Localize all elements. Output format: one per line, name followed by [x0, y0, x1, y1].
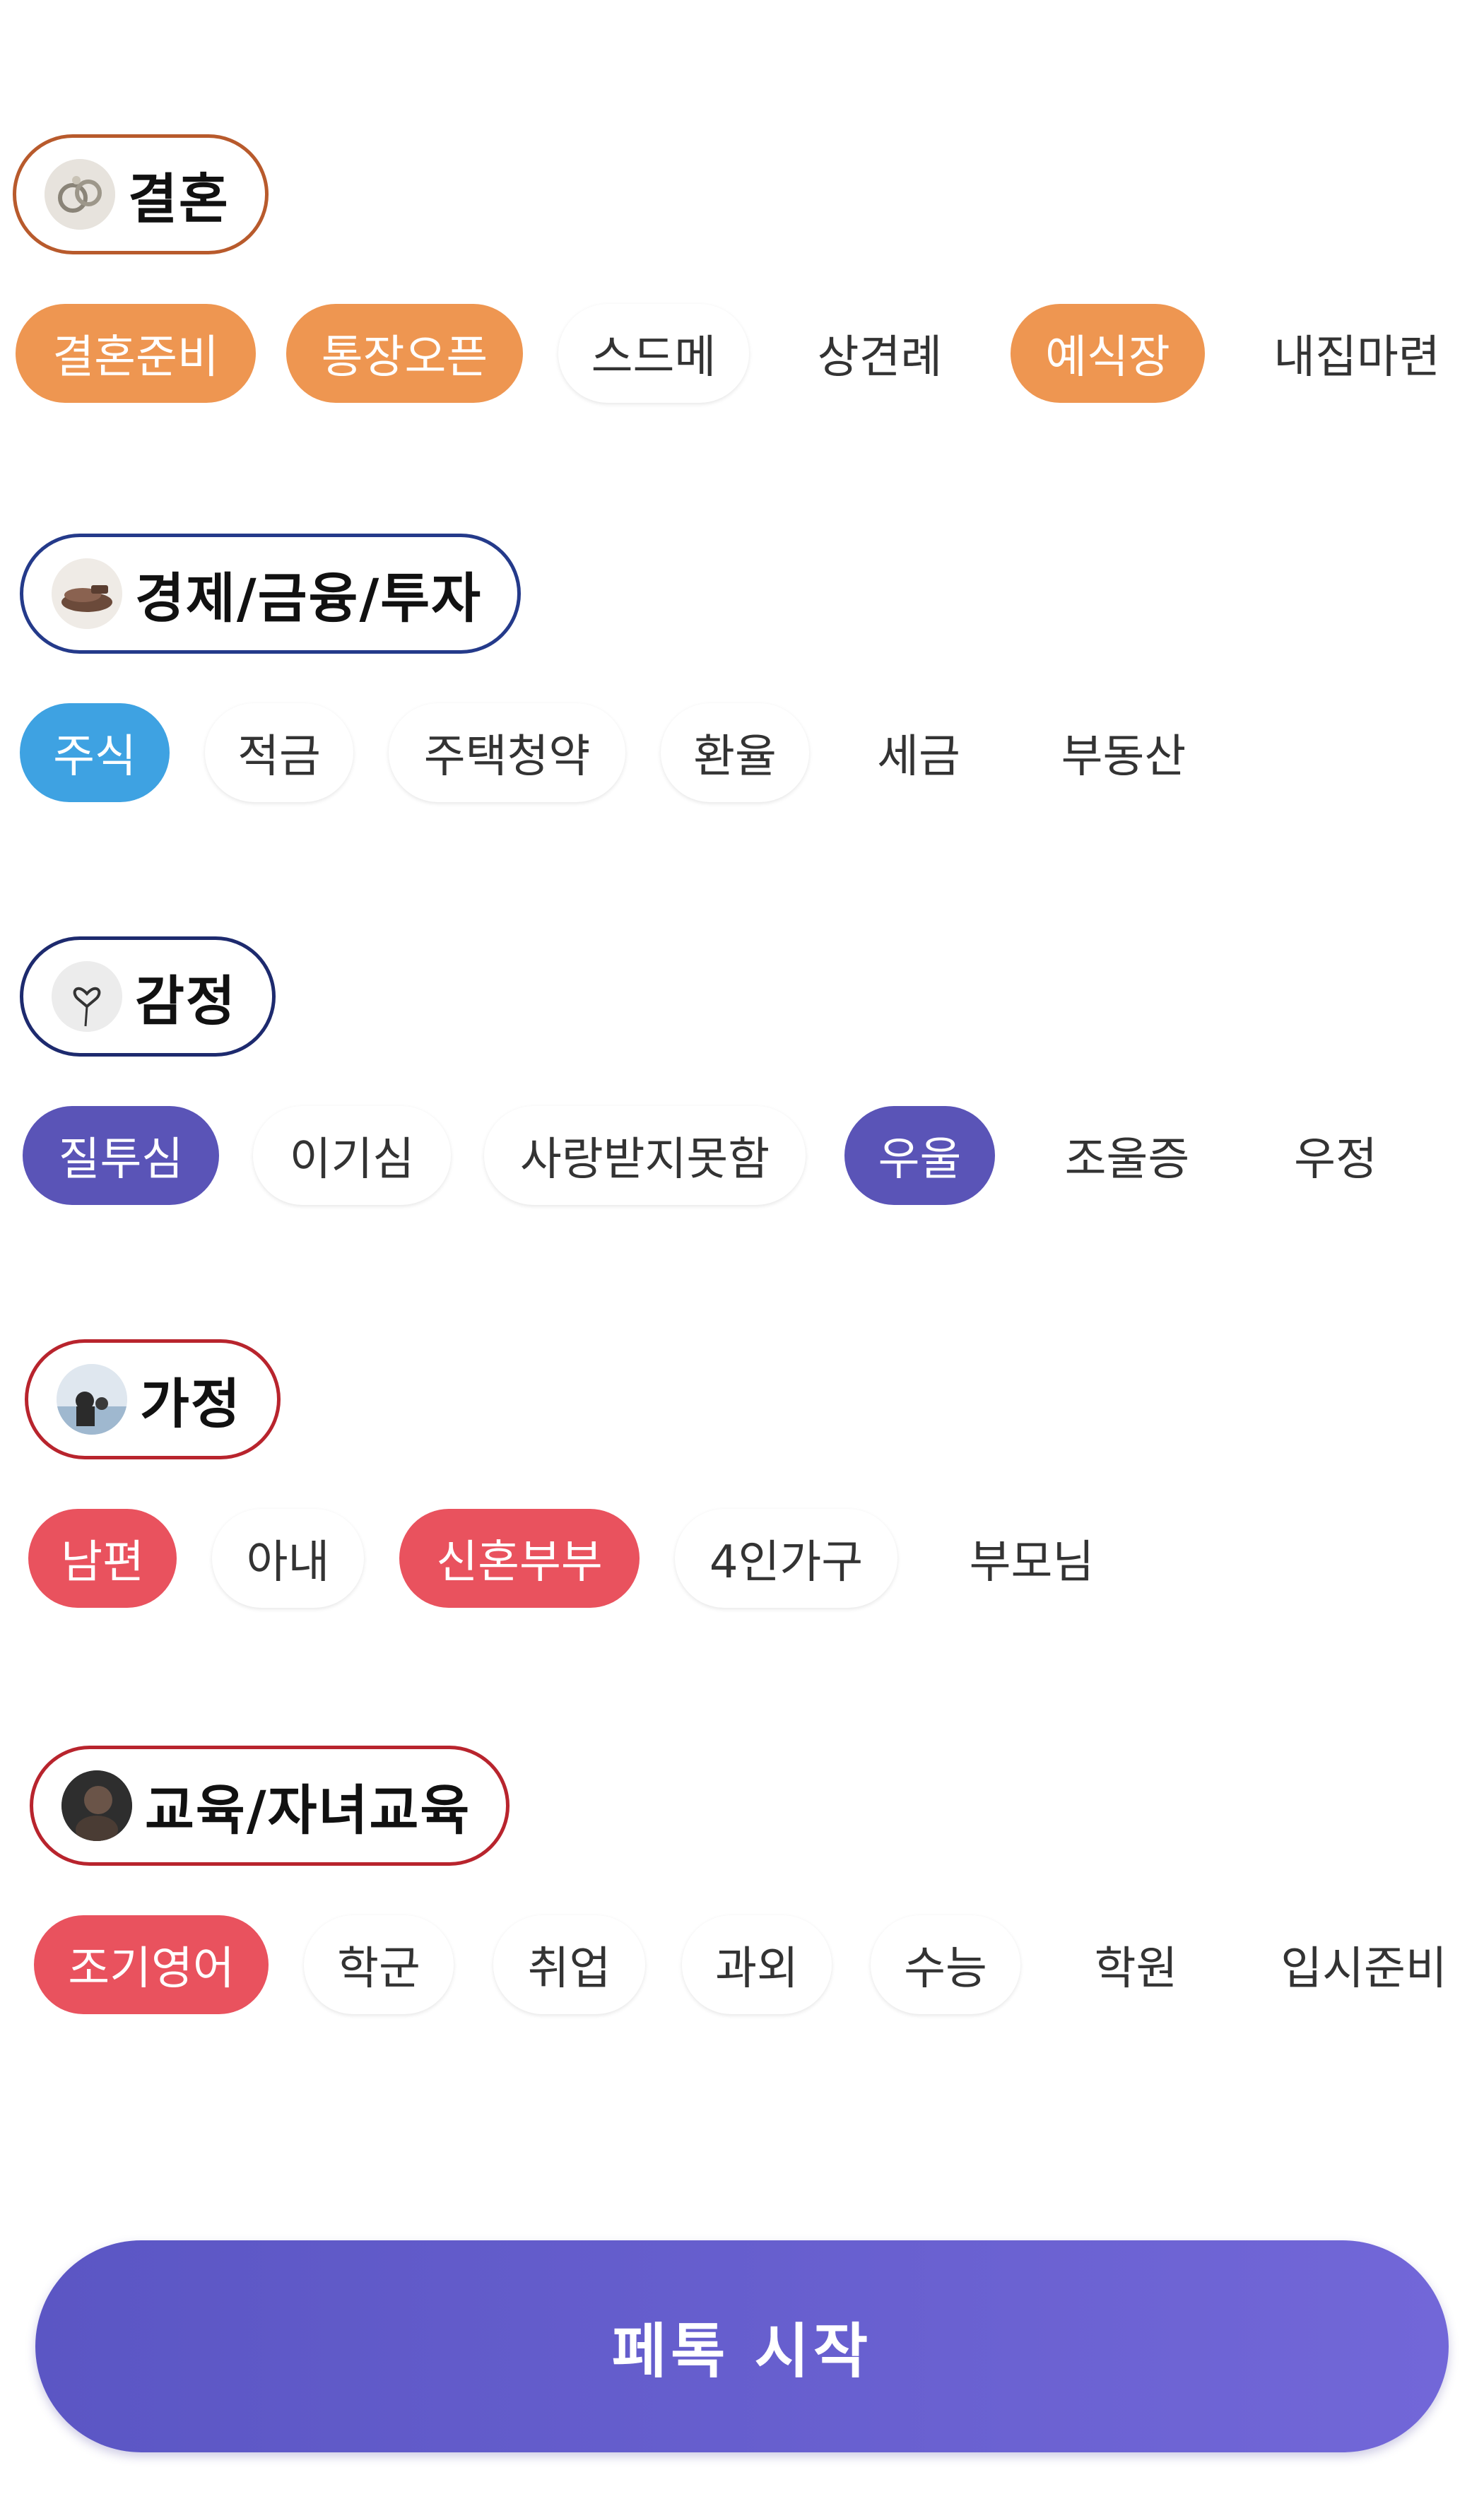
tag-real-estate[interactable]: 부동산: [1028, 703, 1219, 802]
rings-icon: [45, 159, 115, 230]
category-header-marriage[interactable]: 결혼: [13, 134, 269, 254]
heart-balloon-icon: [52, 961, 122, 1032]
tag-row-education: 조기영어 학군 취업 과외 수능 학원 입시준비: [0, 1915, 1484, 2021]
tag-housing-subscription[interactable]: 주택청약: [389, 703, 625, 802]
tag-row-family: 남편 아내 신혼부부 4인가구 부모님: [0, 1509, 1484, 1615]
tag-admission-prep[interactable]: 입시준비: [1251, 1915, 1477, 2014]
tag-wedding-prep[interactable]: 결혼준비: [16, 304, 256, 403]
tag-exchange-rate[interactable]: 환율: [661, 703, 809, 802]
tag-early-english[interactable]: 조기영어: [34, 1915, 269, 2014]
tag-savings[interactable]: 적금: [205, 703, 353, 802]
family-photo-icon: [57, 1364, 127, 1435]
tag-unloved[interactable]: 사랑받지못함: [484, 1106, 806, 1205]
tag-sdm[interactable]: 스드메: [558, 304, 749, 403]
child-photo-icon: [61, 1770, 132, 1841]
tag-tutoring[interactable]: 과외: [682, 1915, 832, 2014]
tag-husband[interactable]: 남편: [28, 1509, 177, 1608]
category-header-emotion[interactable]: 감정: [20, 936, 276, 1057]
tag-row-marriage: 결혼준비 통장오픈 스드메 상견례 예식장 내집마련: [0, 304, 1484, 410]
tag-row-emotion: 질투심 이기심 사랑받지못함 우울 조울증 우정: [0, 1106, 1484, 1212]
category-header-education[interactable]: 교육/자녀교육: [30, 1746, 510, 1866]
category-label-marriage: 결혼: [128, 167, 230, 230]
tag-friendship[interactable]: 우정: [1258, 1106, 1413, 1205]
tag-selfishness[interactable]: 이기심: [253, 1106, 451, 1205]
tag-four-person-household[interactable]: 4인가구: [675, 1509, 897, 1608]
tag-sat[interactable]: 수능: [871, 1915, 1020, 2014]
tag-open-account[interactable]: 통장오픈: [286, 304, 523, 403]
category-label-emotion: 감정: [135, 970, 237, 1033]
category-label-finance: 경제/금융/투자: [135, 567, 483, 630]
category-header-family[interactable]: 가정: [25, 1339, 281, 1459]
tag-wedding-hall[interactable]: 예식장: [1011, 304, 1205, 403]
tag-family-meeting[interactable]: 상견례: [784, 304, 975, 403]
tag-tax[interactable]: 세금: [844, 703, 993, 802]
category-label-education: 교육/자녀교육: [145, 1779, 471, 1842]
money-icon: [52, 558, 122, 629]
tag-wife[interactable]: 아내: [212, 1509, 364, 1608]
tag-school-district[interactable]: 학군: [304, 1915, 454, 2014]
tag-stocks[interactable]: 주식: [20, 703, 170, 802]
tag-employment[interactable]: 취업: [493, 1915, 645, 2014]
category-label-family: 가정: [140, 1372, 242, 1435]
tag-parents[interactable]: 부모님: [933, 1509, 1131, 1608]
tag-newlyweds[interactable]: 신혼부부: [399, 1509, 640, 1608]
tag-jealousy[interactable]: 질투심: [23, 1106, 219, 1205]
category-header-finance[interactable]: 경제/금융/투자: [20, 534, 522, 654]
tag-depression[interactable]: 우울: [844, 1106, 995, 1205]
tag-academy[interactable]: 학원: [1060, 1915, 1212, 2014]
start-button[interactable]: 페톡 시작: [35, 2240, 1449, 2452]
tag-row-finance: 주식 적금 주택청약 환율 세금 부동산: [0, 703, 1484, 809]
tag-own-house[interactable]: 내집마련: [1244, 304, 1470, 403]
tag-bipolar[interactable]: 조울증: [1032, 1106, 1223, 1205]
